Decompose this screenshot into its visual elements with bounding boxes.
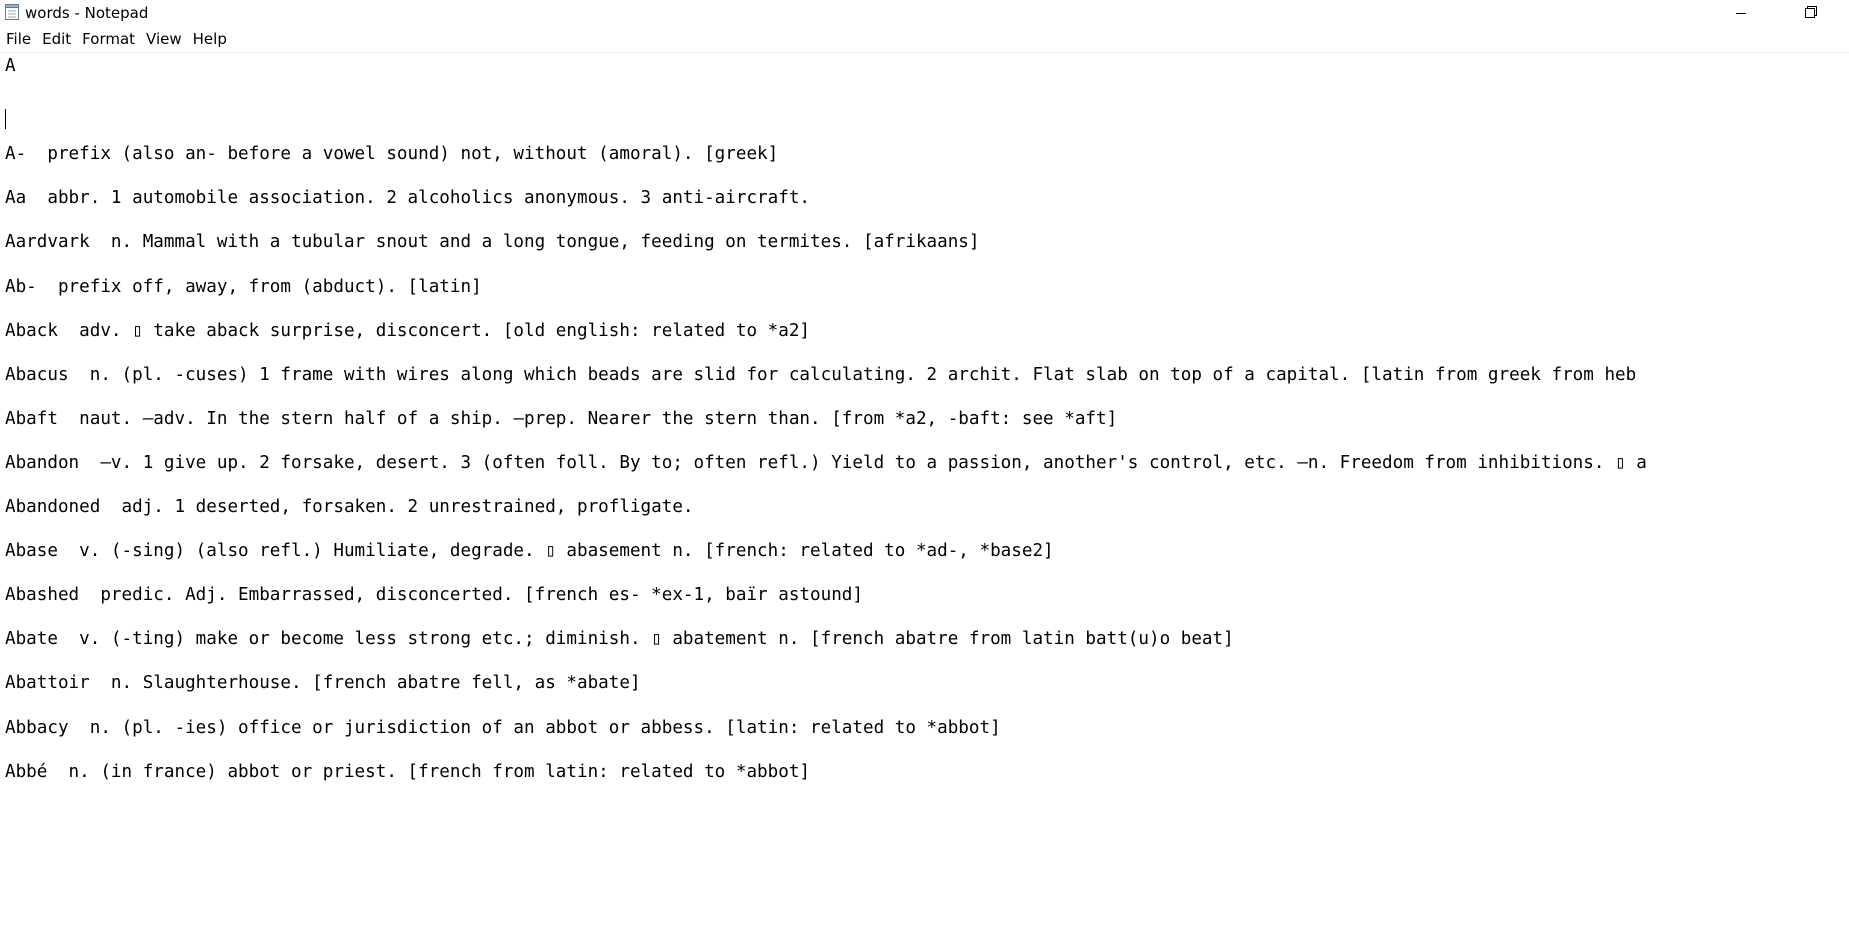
- text-line: Abandoned adj. 1 deserted, forsaken. 2 u…: [5, 497, 694, 517]
- text-editor[interactable]: A A- prefix (also an- before a vowel soun…: [0, 53, 1849, 937]
- menu-bar: File Edit Format View Help: [0, 27, 1849, 51]
- text-line: A- prefix (also an- before a vowel sound…: [5, 144, 779, 165]
- text-line: Aardvark n. Mammal with a tubular snout …: [5, 232, 980, 253]
- text-line: Ab- prefix off, away, from (abduct). [la…: [5, 276, 482, 297]
- notepad-icon: [4, 3, 20, 21]
- text-line: Abattoir n. Slaughterhouse. [french abat…: [5, 673, 641, 694]
- text-line: Aa abbr. 1 automobile association. 2 alc…: [5, 188, 811, 209]
- text-line: Abbacy n. (pl. -ies) office or jurisdict…: [5, 717, 1001, 738]
- restore-button[interactable]: [1782, 0, 1840, 26]
- menu-file[interactable]: File: [0, 28, 35, 50]
- menu-format[interactable]: Format: [76, 28, 139, 50]
- restore-icon: [1804, 4, 1818, 23]
- text-caret: [5, 109, 6, 129]
- text-line: Abaft naut. —adv. In the stern half of a…: [5, 408, 1118, 429]
- text-line: Abase v. (-sing) (also refl.) Humiliate,…: [5, 541, 1054, 562]
- text-line: Abashed predic. Adj. Embarrassed, discon…: [5, 585, 863, 606]
- text-line: Abandon —v. 1 give up. 2 forsake, desert…: [5, 452, 1647, 473]
- text-line: Abacus n. (pl. -cuses) 1 frame with wire…: [5, 364, 1637, 385]
- text-line: Aback adv. ▯ take aback surprise, discon…: [5, 320, 811, 341]
- text-line: Abbé n. (in france) abbot or priest. [fr…: [5, 761, 811, 782]
- text-line: Abate v. (-ting) make or become less str…: [5, 629, 1234, 650]
- text-line-heading: A: [5, 56, 16, 76]
- menu-edit[interactable]: Edit: [36, 28, 75, 50]
- menu-view[interactable]: View: [140, 28, 186, 50]
- minimize-icon: [1735, 4, 1747, 23]
- minimize-button[interactable]: [1712, 0, 1770, 26]
- title-bar: words - Notepad: [0, 0, 1849, 26]
- window-title: words - Notepad: [25, 4, 149, 22]
- menu-help[interactable]: Help: [187, 28, 231, 50]
